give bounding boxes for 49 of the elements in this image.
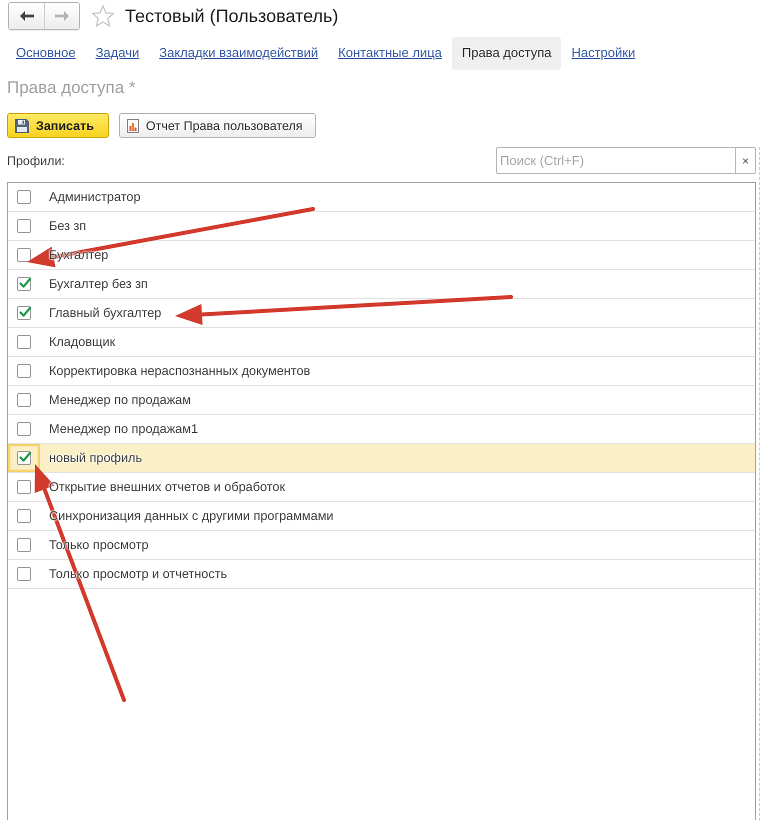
checkbox[interactable] — [17, 190, 31, 204]
tab-link[interactable]: Задачи — [86, 37, 150, 70]
window-title: Тестовый (Пользователь) — [125, 6, 338, 26]
profile-name: Кладовщик — [49, 335, 116, 349]
report-icon — [126, 118, 139, 132]
profile-name: Главный бухгалтер — [49, 306, 162, 320]
section-title: Права доступа * — [7, 78, 136, 98]
profile-name: Администратор — [49, 190, 141, 204]
tab-link[interactable]: Основное — [6, 37, 86, 70]
checkbox[interactable] — [17, 480, 31, 494]
clear-search-button[interactable]: × — [735, 147, 756, 174]
checkbox[interactable] — [17, 364, 31, 378]
table-row[interactable]: Кладовщик — [8, 328, 755, 357]
profile-name: Менеджер по продажам — [49, 393, 191, 407]
profile-name: Открытие внешних отчетов и обработок — [49, 480, 286, 494]
checkbox[interactable] — [17, 393, 31, 407]
left-arrow-icon — [20, 11, 34, 21]
tab[interactable]: Права доступа — [452, 37, 562, 70]
checkbox[interactable] — [17, 451, 31, 465]
tab-link[interactable]: Контактные лица — [328, 37, 452, 70]
checkbox[interactable] — [17, 277, 31, 291]
checkbox[interactable] — [17, 219, 31, 233]
star-icon[interactable] — [92, 5, 114, 27]
checkbox[interactable] — [17, 306, 31, 320]
report-button[interactable]: Отчет Права пользователя — [118, 113, 316, 138]
profile-name: Бухгалтер без зп — [49, 277, 148, 291]
table-row[interactable]: Корректировка нераспознанных документов — [8, 357, 755, 386]
table-row[interactable]: Без зп — [8, 212, 755, 241]
tab-link[interactable]: Настройки — [561, 37, 646, 70]
profile-name: Менеджер по продажам1 — [49, 422, 198, 436]
right-arrow-icon — [55, 11, 69, 21]
profile-name: Корректировка нераспознанных документов — [49, 364, 310, 378]
table-row[interactable]: новый профиль — [8, 444, 755, 473]
table-row[interactable]: Бухгалтер без зп — [8, 270, 755, 299]
table-row[interactable]: Менеджер по продажам — [8, 386, 755, 415]
checkbox[interactable] — [17, 248, 31, 262]
checkbox[interactable] — [17, 567, 31, 581]
field-label: Профили: — [7, 154, 65, 168]
search-field[interactable]: Поиск (Ctrl+F) — [496, 147, 735, 174]
save-button[interactable]: Записать — [7, 113, 109, 138]
checkbox[interactable] — [17, 335, 31, 349]
profile-name: Без зп — [49, 219, 86, 233]
profile-name: новый профиль — [49, 451, 142, 465]
tab-link[interactable]: Закладки взаимодействий — [149, 37, 328, 70]
checkbox[interactable] — [17, 422, 31, 436]
checkbox[interactable] — [17, 538, 31, 552]
checkbox[interactable] — [17, 509, 31, 523]
table-row[interactable]: Администратор — [8, 183, 755, 212]
back-button[interactable] — [9, 3, 44, 29]
